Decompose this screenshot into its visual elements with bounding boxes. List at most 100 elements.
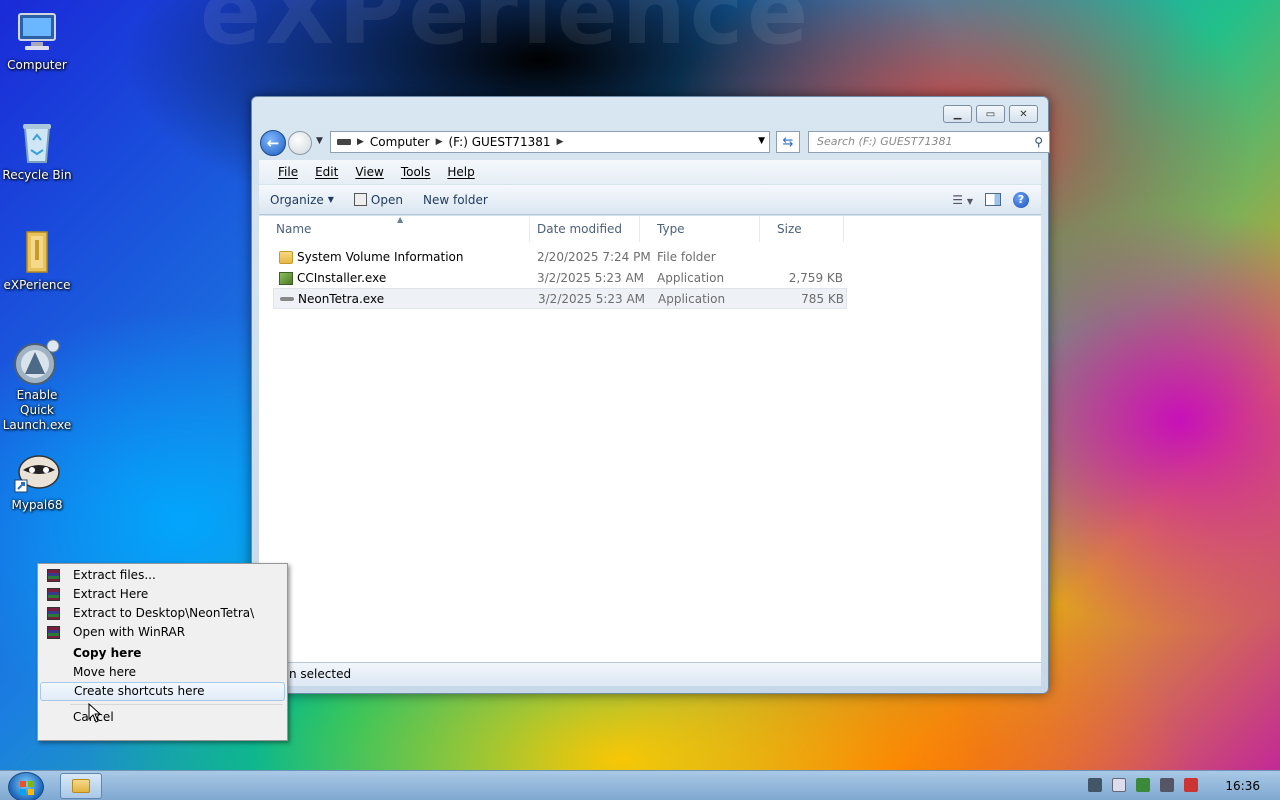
drive-icon bbox=[337, 139, 351, 145]
open-button[interactable]: Open bbox=[344, 193, 413, 207]
column-header-type[interactable]: Type bbox=[640, 216, 760, 242]
close-icon: ✕ bbox=[1019, 108, 1028, 120]
desktop-icon-mypal68[interactable]: Mypal68 bbox=[0, 448, 74, 513]
address-bar[interactable]: ▶ Computer ▶ (F:) GUEST71381 ▶ ▼ bbox=[330, 131, 770, 153]
back-button[interactable]: ← bbox=[260, 130, 286, 156]
desktop-icon-enable-quick-launch[interactable]: Enable Quick Launch.exe bbox=[0, 338, 74, 433]
menu-item-extract-to-folder[interactable]: Extract to Desktop\NeonTetra\ bbox=[40, 604, 285, 623]
menu-view[interactable]: View bbox=[346, 165, 391, 179]
system-tray bbox=[1088, 778, 1198, 792]
computer-icon bbox=[13, 8, 61, 56]
search-icon[interactable]: ⚲ bbox=[1034, 135, 1043, 149]
winrar-icon bbox=[47, 626, 60, 639]
column-header-date-modified[interactable]: Date modified bbox=[520, 216, 640, 242]
organize-button[interactable]: Organize ▼ bbox=[259, 193, 344, 207]
file-row[interactable]: CCInstaller.exe 3/2/2025 5:23 AM Applica… bbox=[273, 268, 847, 289]
file-row-selected[interactable]: NeonTetra.exe 3/2/2025 5:23 AM Applicati… bbox=[273, 288, 847, 309]
status-text: n selected bbox=[289, 667, 352, 681]
file-size: 2,759 KB bbox=[788, 271, 843, 285]
folder-icon bbox=[279, 251, 293, 264]
menu-help[interactable]: Help bbox=[438, 165, 482, 179]
menu-item-label: Extract to Desktop\NeonTetra\ bbox=[73, 606, 255, 620]
menu-item-copy-here[interactable]: Copy here bbox=[40, 642, 285, 663]
quick-launch-icon bbox=[13, 338, 61, 386]
context-menu: Extract files... Extract Here Extract to… bbox=[37, 563, 288, 741]
clock[interactable]: 16:36 bbox=[1225, 779, 1260, 793]
document-tray-icon[interactable] bbox=[1112, 778, 1126, 792]
preview-pane-icon[interactable] bbox=[985, 193, 1001, 206]
display-tray-icon[interactable] bbox=[1160, 778, 1174, 792]
forward-button[interactable] bbox=[288, 131, 312, 155]
maximize-icon: ▭ bbox=[985, 108, 996, 120]
view-options-icon[interactable]: ☰ ▼ bbox=[952, 193, 973, 207]
organize-label: Organize bbox=[270, 192, 324, 207]
column-header-size[interactable]: Size bbox=[760, 216, 844, 242]
desktop-icon-label: eXPerience bbox=[3, 278, 71, 292]
mouse-cursor-icon bbox=[88, 702, 102, 726]
explorer-folder-icon bbox=[72, 779, 90, 793]
file-date: 2/20/2025 7:24 PM bbox=[537, 250, 651, 264]
installer-icon bbox=[279, 272, 293, 285]
search-input[interactable]: Search (F:) GUEST71381 ⚲ bbox=[808, 131, 1050, 153]
breadcrumb-drive[interactable]: (F:) GUEST71381 bbox=[449, 135, 551, 149]
search-placeholder: Search (F:) GUEST71381 bbox=[817, 135, 953, 148]
winrar-icon bbox=[47, 607, 60, 620]
file-list: ▲ Name Date modified Type Size System Vo… bbox=[259, 215, 1041, 663]
breadcrumb-arrow-icon[interactable]: ▶ bbox=[556, 137, 563, 147]
file-type: Application bbox=[658, 292, 726, 306]
new-folder-label: New folder bbox=[422, 192, 488, 207]
volume-muted-icon[interactable] bbox=[1184, 778, 1198, 792]
menu-file[interactable]: File bbox=[269, 165, 306, 179]
security-tray-icon[interactable] bbox=[1136, 778, 1150, 792]
menu-item-label: Create shortcuts here bbox=[74, 684, 205, 698]
close-button[interactable]: ✕ bbox=[1009, 105, 1038, 123]
recycle-bin-icon bbox=[13, 118, 61, 166]
maximize-button[interactable]: ▭ bbox=[976, 105, 1005, 123]
minimize-button[interactable]: ▁ bbox=[943, 105, 972, 123]
fish-icon bbox=[280, 297, 294, 301]
taskbar-explorer-button[interactable] bbox=[60, 773, 102, 799]
file-date: 3/2/2025 5:23 AM bbox=[537, 271, 645, 285]
file-name: System Volume Information bbox=[297, 250, 464, 264]
navigation-bar: ← ▼ ▶ Computer ▶ (F:) GUEST71381 ▶ ▼ ⇆ S… bbox=[260, 129, 1050, 156]
recent-pages-dropdown-icon[interactable]: ▼ bbox=[316, 136, 323, 146]
breadcrumb-computer[interactable]: Computer bbox=[370, 135, 430, 149]
start-button[interactable] bbox=[8, 772, 44, 800]
desktop-icon-computer[interactable]: Computer bbox=[0, 8, 74, 73]
breadcrumb-arrow-icon[interactable]: ▶ bbox=[357, 137, 364, 147]
open-label: Open bbox=[370, 192, 403, 207]
desktop-icon-label: Computer bbox=[7, 58, 67, 72]
desktop-icon-label: Recycle Bin bbox=[2, 168, 72, 182]
breadcrumb-arrow-icon[interactable]: ▶ bbox=[436, 137, 443, 147]
menu-item-label: Move here bbox=[73, 665, 137, 679]
menu-edit[interactable]: Edit bbox=[306, 165, 346, 179]
desktop-icon-experience[interactable]: eXPerience bbox=[0, 228, 74, 293]
menu-item-cancel[interactable]: Cancel bbox=[40, 708, 285, 727]
menu-item-create-shortcuts-here[interactable]: Create shortcuts here bbox=[40, 682, 285, 701]
menu-item-label: Copy here bbox=[73, 646, 142, 660]
file-row[interactable]: System Volume Information 2/20/2025 7:24… bbox=[273, 247, 847, 268]
file-name: CCInstaller.exe bbox=[297, 271, 387, 285]
menu-tools[interactable]: Tools bbox=[392, 165, 439, 179]
network-tray-icon[interactable] bbox=[1088, 778, 1102, 792]
address-dropdown-icon[interactable]: ▼ bbox=[758, 136, 765, 146]
column-header-name[interactable]: Name bbox=[259, 216, 530, 242]
file-type: File folder bbox=[657, 250, 716, 264]
folder-icon bbox=[13, 228, 61, 276]
command-bar: Organize ▼ Open New folder ☰ ▼ ? bbox=[259, 185, 1041, 215]
windows-logo-icon bbox=[20, 781, 34, 795]
menu-item-extract-here[interactable]: Extract Here bbox=[40, 585, 285, 604]
new-folder-button[interactable]: New folder bbox=[413, 193, 498, 207]
file-size: 785 KB bbox=[801, 292, 844, 306]
file-name: NeonTetra.exe bbox=[298, 292, 385, 306]
help-icon[interactable]: ? bbox=[1013, 191, 1029, 208]
refresh-icon: ⇆ bbox=[782, 134, 794, 150]
menu-item-extract-files[interactable]: Extract files... bbox=[40, 566, 285, 585]
desktop-icon-recycle-bin[interactable]: Recycle Bin bbox=[0, 118, 74, 183]
menu-item-open-with-winrar[interactable]: Open with WinRAR bbox=[40, 623, 285, 642]
taskbar: 16:36 bbox=[0, 770, 1280, 800]
menu-item-move-here[interactable]: Move here bbox=[40, 663, 285, 682]
refresh-button[interactable]: ⇆ bbox=[776, 131, 800, 153]
raccoon-icon bbox=[13, 448, 61, 496]
back-arrow-icon: ← bbox=[266, 134, 280, 152]
